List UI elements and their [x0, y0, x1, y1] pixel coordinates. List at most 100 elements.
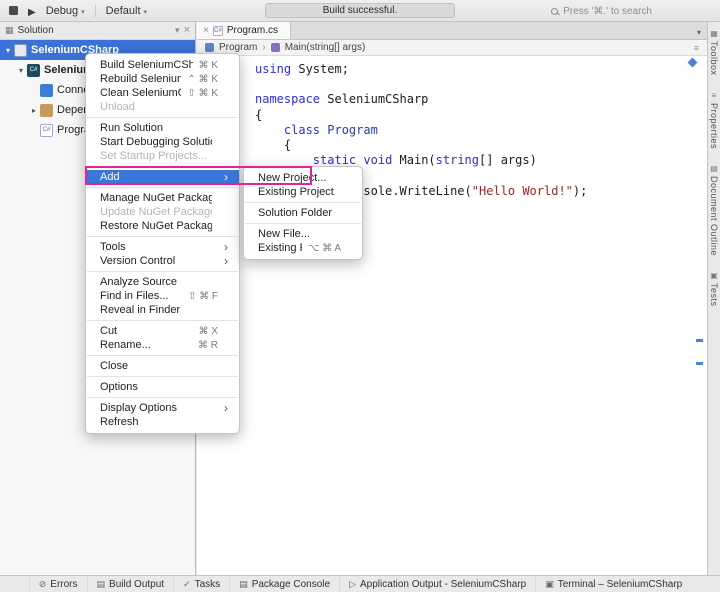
- run-target-dropdown[interactable]: Default: [106, 5, 147, 17]
- tab-program-cs[interactable]: Program.cs: [197, 22, 291, 39]
- bottom-pad-icon: [39, 580, 47, 589]
- menu-item-label: Display Options: [100, 402, 178, 414]
- editor-breadcrumb: Program Main(string[] args): [197, 40, 707, 56]
- pad-close-icon[interactable]: [184, 25, 190, 36]
- dock-tab[interactable]: Tests: [709, 272, 719, 307]
- context-menu-item[interactable]: Version Control: [86, 254, 239, 268]
- code-token: {: [255, 107, 263, 122]
- pad-dock-chevron-icon[interactable]: [175, 26, 180, 35]
- global-search-box[interactable]: Press '⌘.' to search: [551, 0, 652, 22]
- submenu-item[interactable]: [245, 223, 361, 224]
- chevron-down-icon: [144, 5, 148, 17]
- menu-item-label: Set Startup Projects...: [100, 150, 207, 162]
- tree-item-icon: [40, 103, 53, 117]
- configuration-label: Debug: [45, 4, 79, 17]
- submenu-item[interactable]: Existing Files... ⌥ ⌘ A: [244, 241, 362, 255]
- breadcrumb-member[interactable]: Main(string[] args): [285, 42, 366, 53]
- context-menu-item[interactable]: Unload: [86, 100, 239, 114]
- context-menu-item[interactable]: Close: [86, 359, 239, 373]
- bottom-pad-button[interactable]: Tasks: [173, 576, 229, 592]
- context-menu-item[interactable]: Update NuGet Packages: [86, 205, 239, 219]
- context-menu-item[interactable]: Display Options: [86, 401, 239, 415]
- submenu-item[interactable]: Solution Folder: [244, 206, 362, 220]
- submenu-arrow-icon: [224, 401, 231, 415]
- code-token: System;: [291, 62, 349, 76]
- menu-item-label: Tools: [100, 241, 126, 253]
- context-menu-item[interactable]: Add: [86, 170, 239, 184]
- context-menu-item[interactable]: Refresh: [86, 415, 239, 429]
- context-menu-item[interactable]: [87, 236, 238, 237]
- context-menu-item[interactable]: Reveal in Finder: [86, 303, 239, 317]
- code-token: using: [255, 62, 292, 76]
- context-menu-item[interactable]: Manage NuGet Packages...: [86, 191, 239, 205]
- code-token: Main(: [392, 153, 436, 168]
- context-menu-item[interactable]: Clean SeleniumCSharp ⇧ ⌘ K: [86, 86, 239, 100]
- tree-chevron-icon[interactable]: [28, 106, 40, 115]
- context-menu-item[interactable]: [87, 117, 238, 118]
- context-menu-item[interactable]: Find in Files... ⇧ ⌘ F: [86, 289, 239, 303]
- code-editor[interactable]: using System; namespace SeleniumCSharp{ c…: [197, 56, 707, 575]
- context-menu-item[interactable]: Set Startup Projects...: [86, 149, 239, 163]
- context-menu-item[interactable]: Tools: [86, 240, 239, 254]
- bottom-pad-button[interactable]: Build Output: [86, 576, 174, 592]
- menu-item-shortcut: ⌃ ⌘ K: [187, 73, 218, 85]
- tab-close-icon[interactable]: [203, 25, 209, 36]
- context-menu-item[interactable]: [87, 397, 238, 398]
- dock-tab[interactable]: Properties: [709, 92, 719, 149]
- context-menu-item[interactable]: [87, 355, 238, 356]
- context-menu-item[interactable]: Analyze Source: [86, 275, 239, 289]
- editor-options-icon[interactable]: [694, 43, 699, 53]
- dock-tab[interactable]: Document Outline: [709, 165, 719, 256]
- menu-item-label: Start Debugging Solution: [100, 136, 212, 148]
- menu-item-label: Refresh: [100, 416, 139, 428]
- bottom-pad-button[interactable]: Errors: [28, 576, 87, 592]
- menu-item-label: Rename...: [100, 339, 151, 351]
- submenu-item[interactable]: Existing Project...: [244, 185, 362, 199]
- menu-item-label: Analyze Source: [100, 276, 178, 288]
- add-submenu: New Project... Existing Project... Solut…: [243, 166, 363, 260]
- submenu-item[interactable]: New Project...: [244, 171, 362, 185]
- search-icon: [551, 7, 559, 15]
- bottom-pad-button[interactable]: Package Console: [229, 576, 339, 592]
- configuration-dropdown[interactable]: Debug: [46, 5, 85, 17]
- context-menu-item[interactable]: Restore NuGet Packages: [86, 219, 239, 233]
- context-menu-item[interactable]: [87, 187, 238, 188]
- bottom-pad-button[interactable]: Terminal – SeleniumCSharp: [535, 576, 691, 592]
- tree-chevron-icon[interactable]: [15, 66, 27, 75]
- solution-context-menu: Build SeleniumCSharp ⌘ K Rebuild Seleniu…: [85, 53, 240, 434]
- tree-item-icon: [40, 83, 53, 97]
- menu-item-label: Existing Files...: [258, 242, 302, 254]
- context-menu-item[interactable]: [87, 271, 238, 272]
- submenu-arrow-icon: [224, 254, 231, 268]
- menu-item-label: Rebuild SeleniumCSharp: [100, 73, 181, 85]
- menu-item-label: Clean SeleniumCSharp: [100, 87, 181, 99]
- bottom-pad-icon: [183, 580, 191, 589]
- stop-icon[interactable]: [9, 6, 18, 15]
- submenu-item[interactable]: [245, 202, 361, 203]
- tab-label: Program.cs: [226, 25, 278, 36]
- context-menu-item[interactable]: Rename... ⌘ R: [86, 338, 239, 352]
- context-menu-item[interactable]: Rebuild SeleniumCSharp ⌃ ⌘ K: [86, 72, 239, 86]
- dock-tab[interactable]: Toolbox: [709, 30, 719, 76]
- context-menu-item[interactable]: Cut ⌘ X: [86, 324, 239, 338]
- menu-item-label: Build SeleniumCSharp: [100, 59, 193, 71]
- tree-chevron-icon[interactable]: [2, 46, 14, 55]
- context-menu-item[interactable]: Start Debugging Solution: [86, 135, 239, 149]
- breadcrumb-separator-icon: [262, 42, 265, 53]
- tab-overflow-icon[interactable]: [697, 22, 701, 40]
- context-menu-item[interactable]: Options: [86, 380, 239, 394]
- code-token: namespace: [255, 92, 321, 107]
- context-menu-item[interactable]: Build SeleniumCSharp ⌘ K: [86, 58, 239, 72]
- context-menu-item[interactable]: Run Solution: [86, 121, 239, 135]
- context-menu-item[interactable]: [87, 166, 238, 167]
- code-token: SeleniumCSharp: [320, 92, 429, 107]
- breadcrumb-class[interactable]: Program: [219, 42, 257, 53]
- run-icon[interactable]: [28, 2, 36, 20]
- context-menu-item[interactable]: [87, 376, 238, 377]
- submenu-item[interactable]: New File...: [244, 227, 362, 241]
- bottom-pad-icon: [545, 580, 554, 589]
- context-menu-item[interactable]: [87, 320, 238, 321]
- bottom-pad-button[interactable]: Application Output - SeleniumCSharp: [339, 576, 535, 592]
- dock-tab-label: Properties: [709, 102, 719, 149]
